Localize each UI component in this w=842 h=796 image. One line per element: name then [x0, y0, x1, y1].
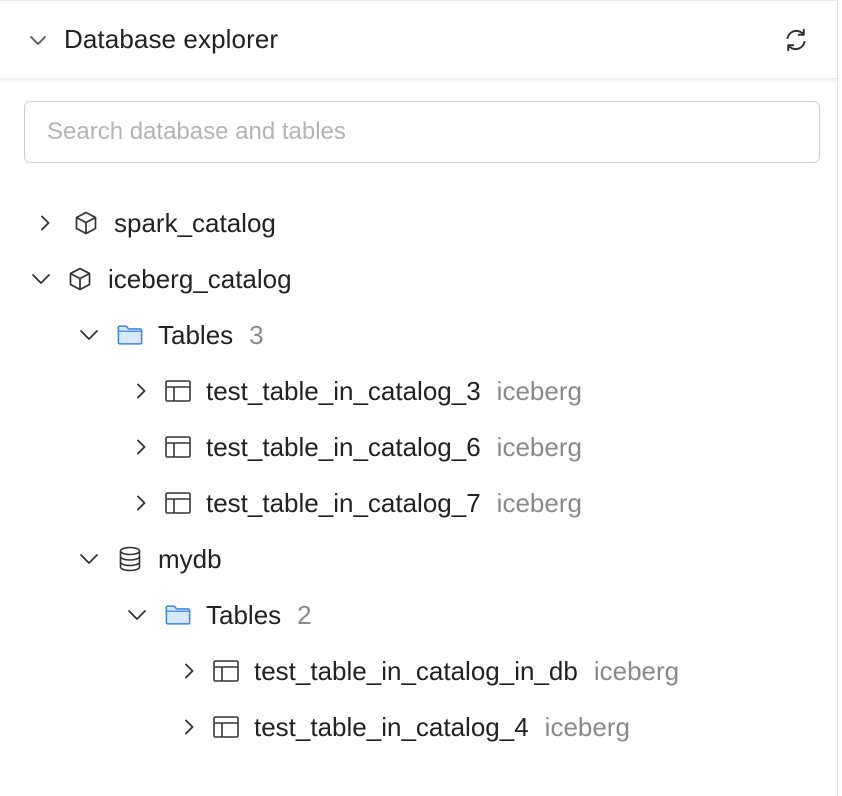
- tables-count: 3: [249, 319, 264, 350]
- chevron-right-icon[interactable]: [130, 380, 152, 402]
- refresh-icon[interactable]: [781, 25, 811, 55]
- catalog-name: spark_catalog: [114, 207, 276, 238]
- catalog-name: iceberg_catalog: [108, 263, 292, 294]
- chevron-down-icon[interactable]: [126, 604, 148, 626]
- table-icon: [164, 377, 192, 405]
- chevron-down-icon[interactable]: [78, 548, 100, 570]
- chevron-right-icon[interactable]: [130, 436, 152, 458]
- table-name: test_table_in_catalog_in_db: [254, 655, 578, 686]
- tables-count: 2: [297, 599, 312, 630]
- table-row[interactable]: test_table_in_catalog_3 iceberg: [0, 363, 838, 419]
- table-format: iceberg: [496, 375, 582, 406]
- tree-item-tables-group[interactable]: Tables 3: [0, 307, 838, 363]
- tables-group-label: Tables: [206, 599, 282, 630]
- database-explorer-panel: Database explorer spark_catalog: [0, 0, 838, 796]
- tree-item-iceberg-catalog[interactable]: iceberg_catalog: [0, 251, 838, 307]
- panel-header: Database explorer: [0, 1, 837, 79]
- table-format: iceberg: [496, 487, 582, 518]
- table-icon: [212, 657, 240, 685]
- table-row[interactable]: test_table_in_catalog_4 iceberg: [0, 699, 838, 755]
- search-input[interactable]: [24, 101, 820, 163]
- tables-group-label: Tables: [158, 319, 234, 350]
- folder-icon: [164, 601, 192, 629]
- chevron-right-icon[interactable]: [34, 212, 56, 234]
- database-icon: [116, 545, 144, 573]
- table-row[interactable]: test_table_in_catalog_in_db iceberg: [0, 643, 838, 699]
- table-icon: [212, 713, 240, 741]
- table-name: test_table_in_catalog_3: [206, 375, 481, 406]
- panel-title: Database explorer: [64, 24, 279, 54]
- chevron-down-icon[interactable]: [30, 268, 52, 290]
- database-name: mydb: [158, 543, 222, 574]
- table-name: test_table_in_catalog_7: [206, 487, 481, 518]
- cube-icon: [72, 209, 100, 237]
- tree-item-spark-catalog[interactable]: spark_catalog: [0, 195, 838, 251]
- chevron-right-icon[interactable]: [178, 660, 200, 682]
- table-format: iceberg: [544, 711, 630, 742]
- cube-icon: [66, 265, 94, 293]
- table-icon: [164, 433, 192, 461]
- table-row[interactable]: test_table_in_catalog_6 iceberg: [0, 419, 838, 475]
- table-row[interactable]: test_table_in_catalog_7 iceberg: [0, 475, 838, 531]
- folder-icon: [116, 321, 144, 349]
- table-name: test_table_in_catalog_4: [254, 711, 529, 742]
- table-icon: [164, 489, 192, 517]
- table-format: iceberg: [496, 431, 582, 462]
- table-format: iceberg: [593, 655, 680, 686]
- chevron-right-icon[interactable]: [178, 716, 200, 738]
- chevron-down-icon[interactable]: [78, 324, 100, 346]
- tree-item-database-mydb[interactable]: mydb: [0, 531, 838, 587]
- collapse-chevron-down-icon[interactable]: [26, 28, 50, 52]
- table-name: test_table_in_catalog_6: [206, 431, 481, 462]
- chevron-right-icon[interactable]: [130, 492, 152, 514]
- tree-item-tables-group[interactable]: Tables 2: [0, 587, 838, 643]
- search-container: [0, 79, 837, 163]
